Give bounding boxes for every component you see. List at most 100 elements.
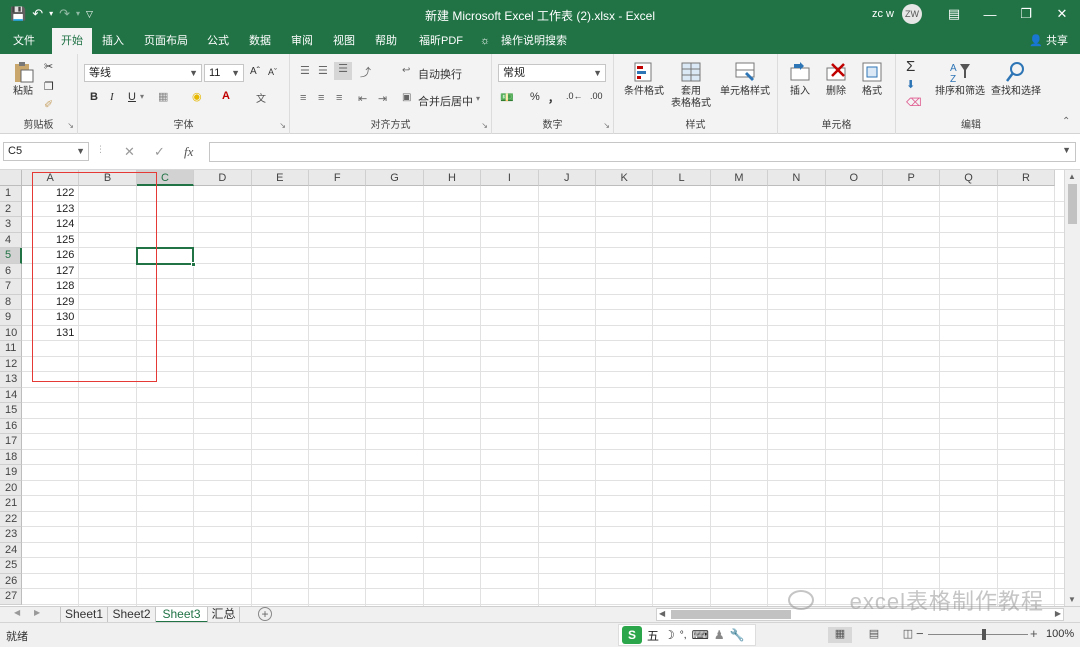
add-sheet-icon[interactable]: +: [258, 607, 272, 621]
cut-icon[interactable]: ✂: [44, 60, 53, 73]
ime-mode[interactable]: 五: [647, 627, 659, 644]
row-header-10[interactable]: 10: [0, 325, 22, 341]
dialog-launcher-icon[interactable]: ↘: [67, 121, 74, 130]
decrease-indent-icon[interactable]: ⇤: [358, 92, 367, 105]
tab-help[interactable]: 帮助: [368, 28, 404, 54]
moon-icon[interactable]: ☽: [664, 628, 675, 642]
zoom-level[interactable]: 100%: [1046, 628, 1074, 640]
row-header-4[interactable]: 4: [0, 232, 22, 248]
close-icon[interactable]: ✕: [1044, 6, 1080, 22]
horizontal-scroll-thumb[interactable]: [671, 610, 791, 619]
cell-styles-button[interactable]: 单元格样式: [716, 60, 774, 98]
tab-data[interactable]: 数据: [242, 28, 278, 54]
merge-center-button[interactable]: 合并后居中: [418, 93, 473, 109]
row-header-8[interactable]: 8: [0, 294, 22, 310]
row-header-24[interactable]: 24: [0, 542, 22, 558]
row-header-11[interactable]: 11: [0, 341, 22, 357]
cancel-entry-icon[interactable]: ✕: [124, 144, 135, 160]
row-header-27[interactable]: 27: [0, 589, 22, 605]
italic-button[interactable]: I: [110, 91, 114, 103]
user-name[interactable]: zc w: [872, 8, 894, 20]
column-header-d[interactable]: D: [194, 170, 252, 186]
font-size-dropdown[interactable]: 11 ▼: [204, 64, 244, 82]
copy-icon[interactable]: ❐: [44, 80, 54, 93]
align-middle-icon[interactable]: ☰: [318, 64, 328, 77]
collapse-ribbon-icon[interactable]: ⌃: [1062, 116, 1070, 127]
conditional-formatting-button[interactable]: 条件格式: [620, 60, 668, 98]
decrease-font-icon[interactable]: Aˇ: [268, 67, 277, 77]
row-header-2[interactable]: 2: [0, 201, 22, 217]
align-left-icon[interactable]: ≡: [300, 92, 306, 104]
dialog-launcher-icon[interactable]: ↘: [481, 121, 488, 130]
row-header-5[interactable]: 5: [0, 248, 22, 264]
paste-button[interactable]: 粘贴: [8, 60, 38, 98]
sheet-tab-summary[interactable]: 汇总: [208, 607, 240, 623]
column-header-n[interactable]: N: [768, 170, 826, 186]
align-bottom-icon[interactable]: ☰: [334, 62, 352, 80]
row-header-26[interactable]: 26: [0, 573, 22, 589]
sheet-tab-sheet1[interactable]: Sheet1: [60, 607, 108, 623]
sheet-nav-next-icon[interactable]: ▶: [34, 608, 40, 617]
underline-button[interactable]: U: [128, 91, 136, 103]
sheet-nav-prev-icon[interactable]: ◀: [14, 608, 20, 617]
tab-review[interactable]: 审阅: [284, 28, 320, 54]
format-as-table-button[interactable]: 套用 表格格式: [666, 60, 716, 110]
underline-dropdown-icon[interactable]: ▾: [140, 92, 144, 101]
ime-toolbar[interactable]: S 五 ☽ °, ⌨ ♟ 🔧: [618, 624, 756, 646]
enter-entry-icon[interactable]: ✓: [154, 144, 165, 160]
font-color-icon[interactable]: A: [222, 90, 230, 102]
column-header-p[interactable]: P: [883, 170, 941, 186]
scroll-up-icon[interactable]: ▲: [1068, 172, 1076, 181]
formula-input[interactable]: ▼: [209, 142, 1076, 162]
sheet-tab-sheet2[interactable]: Sheet2: [108, 607, 156, 623]
row-header-3[interactable]: 3: [0, 217, 22, 233]
row-header-16[interactable]: 16: [0, 418, 22, 434]
fill-icon[interactable]: ⬇: [906, 78, 915, 91]
scroll-right-icon[interactable]: ▶: [1055, 609, 1061, 618]
font-name-dropdown[interactable]: 等线 ▼: [84, 64, 202, 82]
column-header-k[interactable]: K: [596, 170, 654, 186]
tab-foxit-pdf[interactable]: 福昕PDF: [410, 28, 472, 54]
row-header-6[interactable]: 6: [0, 263, 22, 279]
align-right-icon[interactable]: ≡: [336, 92, 342, 104]
row-header-21[interactable]: 21: [0, 496, 22, 512]
select-all-corner[interactable]: [0, 170, 22, 186]
column-header-h[interactable]: H: [423, 170, 482, 186]
column-header-g[interactable]: G: [366, 170, 424, 186]
column-header-f[interactable]: F: [309, 170, 367, 186]
wrap-text-button[interactable]: 自动换行: [418, 66, 462, 82]
align-center-icon[interactable]: ≡: [318, 92, 324, 104]
row-header-15[interactable]: 15: [0, 403, 22, 419]
zoom-slider[interactable]: [928, 629, 1028, 640]
row-header-17[interactable]: 17: [0, 434, 22, 450]
page-layout-view-icon[interactable]: ▤: [862, 627, 886, 643]
dialog-launcher-icon[interactable]: ↘: [279, 121, 286, 130]
align-top-icon[interactable]: ☰: [300, 64, 310, 77]
fill-color-icon[interactable]: ◉: [192, 90, 202, 103]
user-icon[interactable]: ♟: [714, 628, 725, 642]
column-header-i[interactable]: I: [481, 170, 539, 186]
decrease-decimal-icon[interactable]: .00: [590, 91, 603, 101]
find-select-button[interactable]: 查找和选择: [988, 60, 1044, 98]
tell-me-search[interactable]: 操作说明搜索: [498, 28, 570, 54]
increase-font-icon[interactable]: Aˆ: [250, 66, 260, 77]
merge-dropdown-icon[interactable]: ▾: [476, 94, 480, 103]
format-cells-button[interactable]: 格式: [856, 60, 888, 98]
row-header-22[interactable]: 22: [0, 511, 22, 527]
orientation-icon[interactable]: ⤴: [360, 64, 371, 80]
sort-filter-button[interactable]: AZ 排序和筛选: [932, 60, 988, 98]
zoom-out-icon[interactable]: −: [916, 626, 924, 641]
row-header-18[interactable]: 18: [0, 449, 22, 465]
minimize-icon[interactable]: —: [972, 7, 1008, 22]
phonetic-icon[interactable]: 文: [256, 90, 266, 105]
row-header-1[interactable]: 1: [0, 186, 22, 202]
share-button[interactable]: 👤 共享: [1029, 28, 1068, 54]
vertical-scroll-thumb[interactable]: [1068, 184, 1077, 224]
row-header-19[interactable]: 19: [0, 465, 22, 481]
row-header-13[interactable]: 13: [0, 372, 22, 388]
wrench-icon[interactable]: 🔧: [730, 628, 745, 642]
fill-handle[interactable]: [191, 261, 197, 267]
column-header-m[interactable]: M: [710, 170, 769, 186]
sogou-logo-icon[interactable]: S: [622, 626, 642, 644]
worksheet-grid[interactable]: A B C D E F G H I J K L M N O P Q R 1 2 3 4 5 6 7 8 9 10 11 12 13 14 15 1…: [0, 170, 1064, 606]
